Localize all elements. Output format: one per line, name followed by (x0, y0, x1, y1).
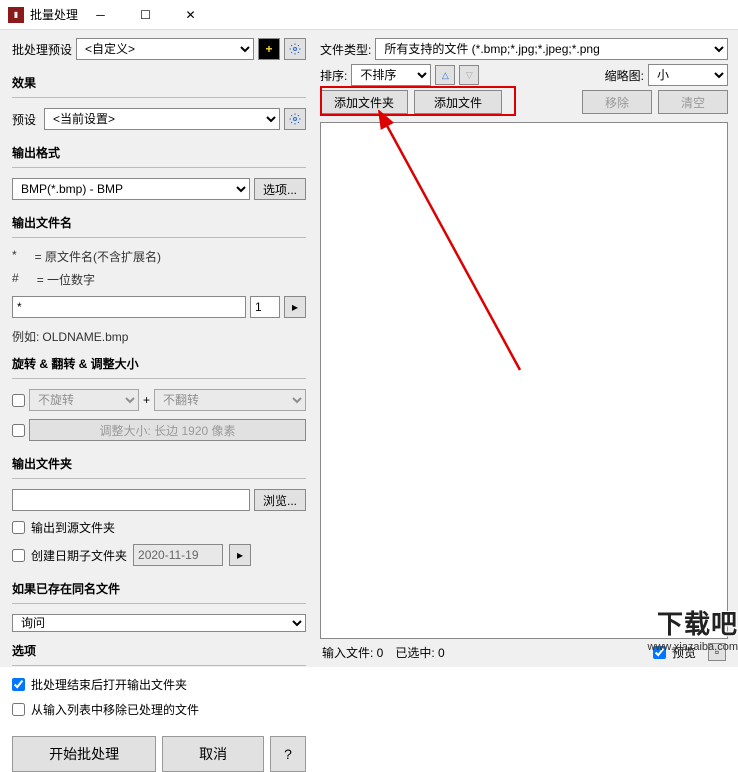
example-label: 例如: (12, 330, 39, 344)
preview-expand-button[interactable]: ▫ (708, 643, 726, 661)
rotate-checkbox[interactable] (12, 394, 25, 407)
preview-label: 预览 (672, 644, 696, 661)
format-options-button[interactable]: 选项... (254, 178, 306, 200)
preset-label: 批处理预设 (12, 41, 72, 58)
status-selected: 已选中: 0 (395, 644, 444, 661)
settings-button[interactable] (284, 38, 306, 60)
hint-hash-sym: # (12, 271, 19, 288)
open-after-label: 批处理结束后打开输出文件夹 (31, 676, 187, 693)
thumb-select[interactable]: 小 (648, 64, 728, 86)
plus-label: + (143, 393, 150, 407)
filetype-select[interactable]: 所有支持的文件 (*.bmp;*.jpg;*.jpeg;*.png (375, 38, 728, 60)
hint-star-txt: = 原文件名(不含扩展名) (35, 248, 161, 265)
filename-menu-button[interactable]: ▸ (284, 296, 306, 318)
close-button[interactable]: ✕ (168, 0, 213, 29)
preset-select[interactable]: <自定义> (76, 38, 254, 60)
resize-checkbox[interactable] (12, 424, 25, 437)
status-files: 输入文件: 0 (322, 644, 383, 661)
format-title: 输出格式 (12, 144, 306, 161)
format-select[interactable]: BMP(*.bmp) - BMP (12, 178, 250, 200)
clear-button[interactable]: 清空 (658, 90, 728, 114)
filename-title: 输出文件名 (12, 214, 306, 231)
date-input[interactable] (133, 544, 223, 566)
thumb-label: 缩略图: (605, 67, 644, 84)
effects-settings-button[interactable] (284, 108, 306, 130)
exists-title: 如果已存在同名文件 (12, 580, 306, 597)
help-button[interactable]: ? (270, 736, 306, 772)
exists-select[interactable]: 询问 (12, 614, 306, 632)
effects-preset-label: 预设 (12, 111, 40, 128)
effects-title: 效果 (12, 74, 306, 91)
start-button[interactable]: 开始批处理 (12, 736, 156, 772)
date-folder-checkbox[interactable] (12, 549, 25, 562)
remove-processed-checkbox[interactable] (12, 703, 25, 716)
left-panel: 批处理预设 <自定义> + 效果 预设 <当前设置> 输出格式 BMP(*.bm… (0, 30, 314, 667)
sort-label: 排序: (320, 67, 347, 84)
right-panel: 文件类型: 所有支持的文件 (*.bmp;*.jpg;*.jpeg;*.png … (314, 30, 738, 667)
opts-title: 选项 (12, 642, 306, 659)
remove-processed-label: 从输入列表中移除已处理的文件 (31, 701, 199, 718)
rotate-select[interactable]: 不旋转 (29, 389, 139, 411)
effects-preset-select[interactable]: <当前设置> (44, 108, 280, 130)
browse-button[interactable]: 浏览... (254, 489, 306, 511)
cancel-button[interactable]: 取消 (162, 736, 264, 772)
add-file-button[interactable]: 添加文件 (414, 90, 502, 114)
filetype-label: 文件类型: (320, 41, 371, 58)
preview-checkbox[interactable] (653, 646, 666, 659)
filename-num-input[interactable] (250, 296, 280, 318)
output-source-checkbox[interactable] (12, 521, 25, 534)
file-list[interactable] (320, 122, 728, 639)
gear-icon (289, 43, 301, 55)
window-title: 批量处理 (30, 6, 78, 23)
date-folder-label: 创建日期子文件夹 (31, 547, 127, 564)
filename-input[interactable] (12, 296, 246, 318)
folder-input[interactable] (12, 489, 250, 511)
transform-title: 旋转 & 翻转 & 调整大小 (12, 355, 306, 372)
gear-icon (289, 113, 301, 125)
minimize-button[interactable]: ─ (78, 0, 123, 29)
app-icon: ▮ (8, 7, 24, 23)
sort-asc-button[interactable]: △ (435, 65, 455, 85)
example-value: OLDNAME.bmp (42, 330, 128, 344)
add-preset-button[interactable]: + (258, 38, 280, 60)
hint-hash-txt: = 一位数字 (37, 271, 95, 288)
maximize-button[interactable]: ☐ (123, 0, 168, 29)
sort-select[interactable]: 不排序 (351, 64, 431, 86)
flip-select[interactable]: 不翻转 (154, 389, 306, 411)
open-after-checkbox[interactable] (12, 678, 25, 691)
hint-star-sym: * (12, 248, 17, 265)
date-menu-button[interactable]: ▸ (229, 544, 251, 566)
output-source-label: 输出到源文件夹 (31, 519, 115, 536)
titlebar: ▮ 批量处理 ─ ☐ ✕ (0, 0, 738, 30)
resize-button[interactable]: 调整大小: 长边 1920 像素 (29, 419, 306, 441)
folder-title: 输出文件夹 (12, 455, 306, 472)
sort-desc-button[interactable]: ▽ (459, 65, 479, 85)
remove-button[interactable]: 移除 (582, 90, 652, 114)
add-folder-button[interactable]: 添加文件夹 (320, 90, 408, 114)
